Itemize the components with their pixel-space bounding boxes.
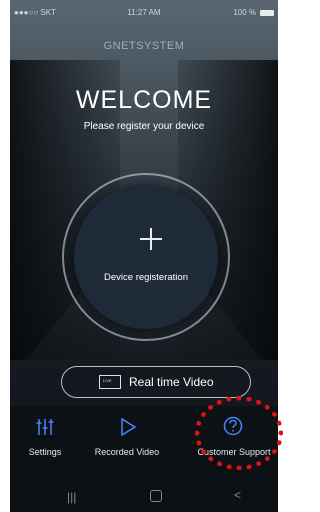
realtime-video-button[interactable]: LIVE Real time Video xyxy=(61,366,251,398)
nav-recorded-video[interactable]: Recorded Video xyxy=(82,404,172,464)
welcome-subtitle: Please register your device xyxy=(83,121,205,132)
system-nav-bar: ||| < xyxy=(10,488,278,508)
recent-apps-button[interactable]: ||| xyxy=(67,490,76,504)
status-bar: ●●●○○ SKT 11:27 AM 100 % xyxy=(10,8,278,22)
nav-recorded-video-label: Recorded Video xyxy=(94,447,160,457)
battery-percent: 100 % xyxy=(233,8,256,17)
nav-settings[interactable]: Settings xyxy=(10,404,90,464)
plus-icon xyxy=(140,228,162,250)
live-video-icon: LIVE xyxy=(99,375,121,389)
device-register-label: Device registeration xyxy=(104,272,188,283)
realtime-video-label: Real time Video xyxy=(129,375,214,389)
home-button[interactable] xyxy=(150,490,162,502)
play-icon xyxy=(121,418,136,436)
live-icon-text: LIVE xyxy=(103,378,112,383)
sliders-icon xyxy=(36,419,54,435)
brand-name: GNETSYSTEM xyxy=(103,40,185,52)
battery-icon xyxy=(260,10,274,16)
red-dotted-highlight xyxy=(195,396,283,470)
device-register-button[interactable]: Device registeration xyxy=(74,185,218,329)
nav-settings-label: Settings xyxy=(28,447,62,457)
back-button[interactable]: < xyxy=(234,488,241,502)
welcome-title: WELCOME xyxy=(75,86,213,114)
